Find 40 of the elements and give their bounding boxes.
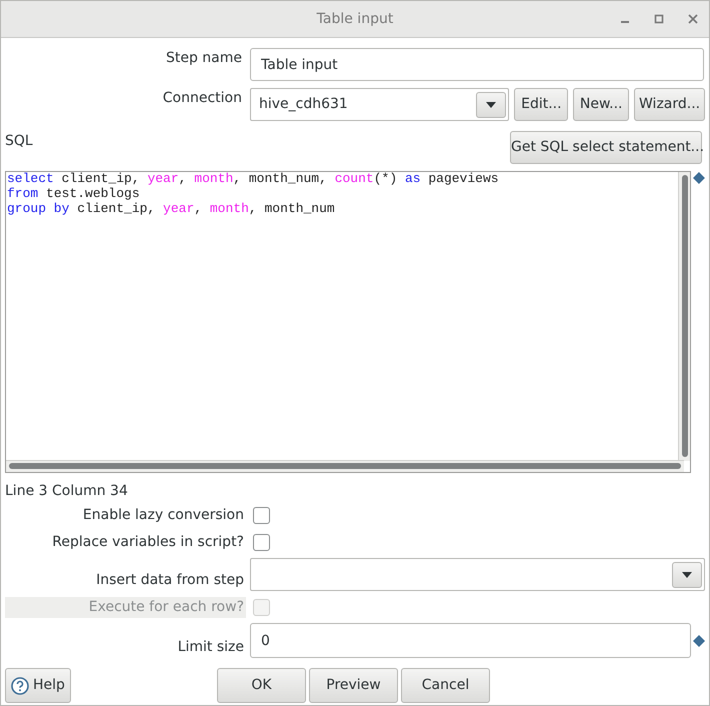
connection-button[interactable]: New...: [573, 88, 630, 121]
variable-icon: [693, 172, 705, 184]
dropdown-value: hive_cdh631: [258, 95, 349, 114]
scrollbar-thumb[interactable]: [682, 175, 688, 457]
sql-editor[interactable]: select client_ip, year, month, month_num, count(*) as pageviews from test.weblogs group by client_ip, year, month, month_num: [5, 171, 692, 473]
caret-icon: [682, 572, 692, 578]
field-label: Execute for each row?: [5, 597, 246, 618]
dropdown-field[interactable]: hive_cdh631: [250, 88, 510, 121]
text-field[interactable]: Table input: [250, 48, 704, 81]
field-label: Replace variables in script?: [51, 533, 245, 552]
text-field[interactable]: 0: [250, 623, 691, 658]
dialog-button[interactable]: Cancel: [401, 668, 490, 703]
field-label: Limit size: [176, 638, 245, 657]
checkbox[interactable]: [253, 534, 270, 551]
dropdown-button[interactable]: [476, 92, 506, 118]
scrollbar-thumb[interactable]: [9, 463, 681, 469]
field-label: Enable lazy conversion: [82, 506, 245, 525]
checkbox[interactable]: [253, 507, 270, 524]
code-line: select client_ip, year, month, month_num, count(*) as pageviews: [7, 171, 499, 186]
connection-button[interactable]: Edit...: [514, 88, 568, 121]
dropdown-button[interactable]: [672, 562, 702, 588]
horizontal-scrollbar[interactable]: [6, 460, 684, 472]
sql-label: SQL: [5, 132, 33, 151]
caret-icon: [486, 102, 496, 108]
variable-icon: [693, 634, 705, 646]
get-sql-button[interactable]: Get SQL select statement...: [510, 131, 702, 164]
help-button[interactable]: Help: [5, 668, 71, 703]
dialog-button[interactable]: Preview: [309, 668, 398, 703]
window-title: Table input: [316, 10, 394, 28]
help-icon: [11, 676, 30, 694]
vertical-scrollbar[interactable]: [678, 172, 690, 461]
code-line: group by client_ip, year, month, month_num: [7, 201, 336, 216]
dropdown-field[interactable]: [250, 558, 705, 591]
field-label: Step name: [164, 49, 243, 68]
connection-button[interactable]: Wizard...: [634, 88, 705, 121]
dialog-button[interactable]: OK: [217, 668, 306, 703]
field-label: Insert data from step: [95, 571, 245, 590]
code-line: from test.weblogs: [7, 186, 141, 201]
field-label: Connection: [162, 89, 243, 108]
cursor-position: Line 3 Column 34: [5, 482, 129, 499]
